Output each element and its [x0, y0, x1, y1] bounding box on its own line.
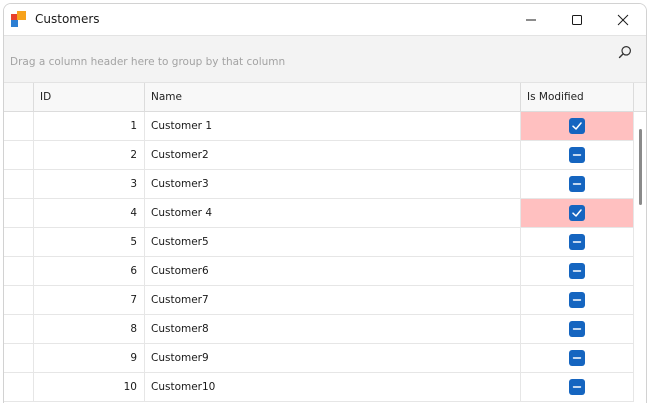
- column-header-id[interactable]: ID: [34, 83, 145, 111]
- cell-id[interactable]: 3: [34, 170, 145, 198]
- grid-header: ID Name Is Modified: [4, 83, 646, 112]
- cell-name[interactable]: Customer2: [145, 141, 521, 169]
- cell-id[interactable]: 10: [34, 373, 145, 401]
- cell-is-modified[interactable]: [521, 315, 634, 343]
- cell-name[interactable]: Customer8: [145, 315, 521, 343]
- cell-id[interactable]: 9: [34, 344, 145, 372]
- checkbox-checked[interactable]: [569, 205, 585, 221]
- row-indicator[interactable]: [4, 286, 34, 314]
- window-title: Customers: [35, 12, 100, 26]
- cell-id[interactable]: 1: [34, 112, 145, 140]
- checkbox-indeterminate[interactable]: [569, 321, 585, 337]
- cell-is-modified[interactable]: [521, 373, 634, 401]
- column-header-is-modified[interactable]: Is Modified: [521, 83, 634, 111]
- checkbox-indeterminate[interactable]: [569, 292, 585, 308]
- group-panel-hint: Drag a column header here to group by th…: [10, 56, 286, 68]
- cell-id[interactable]: 4: [34, 199, 145, 227]
- cell-is-modified[interactable]: [521, 170, 634, 198]
- table-row[interactable]: 4 Customer 4: [4, 199, 634, 228]
- table-row[interactable]: 3 Customer3: [4, 170, 634, 199]
- row-indicator[interactable]: [4, 315, 34, 343]
- indeterminate-icon: [572, 328, 582, 330]
- checkmark-icon: [572, 209, 582, 217]
- indeterminate-icon: [572, 154, 582, 156]
- table-row[interactable]: 9 Customer9: [4, 344, 634, 373]
- row-indicator[interactable]: [4, 228, 34, 256]
- cell-name[interactable]: Customer5: [145, 228, 521, 256]
- customers-window: Customers Drag a column header here to g…: [3, 3, 647, 403]
- checkmark-icon: [572, 122, 582, 130]
- checkbox-indeterminate[interactable]: [569, 234, 585, 250]
- table-row[interactable]: 10 Customer10: [4, 373, 634, 402]
- checkbox-indeterminate[interactable]: [569, 147, 585, 163]
- cell-is-modified[interactable]: [521, 286, 634, 314]
- column-header-name[interactable]: Name: [145, 83, 521, 111]
- minimize-icon: [526, 19, 536, 20]
- cell-is-modified[interactable]: [521, 112, 634, 140]
- table-row[interactable]: 2 Customer2: [4, 141, 634, 170]
- cell-name[interactable]: Customer6: [145, 257, 521, 285]
- table-row[interactable]: 7 Customer7: [4, 286, 634, 315]
- maximize-button[interactable]: [554, 4, 600, 35]
- cell-id[interactable]: 2: [34, 141, 145, 169]
- table-row[interactable]: 8 Customer8: [4, 315, 634, 344]
- indeterminate-icon: [572, 241, 582, 243]
- row-indicator[interactable]: [4, 141, 34, 169]
- close-icon: [617, 14, 629, 25]
- scrollbar-thumb[interactable]: [639, 129, 642, 205]
- maximize-icon: [572, 14, 582, 25]
- cell-name[interactable]: Customer7: [145, 286, 521, 314]
- minimize-button[interactable]: [508, 4, 554, 35]
- indeterminate-icon: [572, 183, 582, 185]
- cell-name[interactable]: Customer9: [145, 344, 521, 372]
- header-scroll-spacer: [634, 83, 646, 111]
- search-icon[interactable]: [618, 45, 632, 59]
- cell-id[interactable]: 5: [34, 228, 145, 256]
- app-logo-icon: [11, 11, 26, 27]
- checkbox-indeterminate[interactable]: [569, 350, 585, 366]
- indeterminate-icon: [572, 357, 582, 359]
- cell-is-modified[interactable]: [521, 199, 634, 227]
- indeterminate-icon: [572, 270, 582, 272]
- cell-is-modified[interactable]: [521, 141, 634, 169]
- row-indicator[interactable]: [4, 170, 34, 198]
- cell-name[interactable]: Customer3: [145, 170, 521, 198]
- cell-id[interactable]: 7: [34, 286, 145, 314]
- cell-is-modified[interactable]: [521, 228, 634, 256]
- checkbox-indeterminate[interactable]: [569, 176, 585, 192]
- cell-is-modified[interactable]: [521, 257, 634, 285]
- table-row[interactable]: 1 Customer 1: [4, 112, 634, 141]
- row-indicator[interactable]: [4, 373, 34, 401]
- row-indicator[interactable]: [4, 344, 34, 372]
- title-bar[interactable]: Customers: [4, 4, 646, 35]
- row-indicator[interactable]: [4, 112, 34, 140]
- indeterminate-icon: [572, 299, 582, 301]
- cell-is-modified[interactable]: [521, 344, 634, 372]
- checkbox-checked[interactable]: [569, 118, 585, 134]
- row-indicator[interactable]: [4, 257, 34, 285]
- indeterminate-icon: [572, 386, 582, 388]
- checkbox-indeterminate[interactable]: [569, 379, 585, 395]
- table-row[interactable]: 5 Customer5: [4, 228, 634, 257]
- cell-id[interactable]: 8: [34, 315, 145, 343]
- table-row[interactable]: 6 Customer6: [4, 257, 634, 286]
- grid-rows: 1 Customer 1 2 Customer2 3 Customer3 4 Customer…: [4, 112, 634, 402]
- group-panel[interactable]: Drag a column header here to group by th…: [4, 35, 646, 83]
- row-indicator-header[interactable]: [4, 83, 34, 111]
- cell-id[interactable]: 6: [34, 257, 145, 285]
- close-button[interactable]: [600, 4, 646, 35]
- cell-name[interactable]: Customer10: [145, 373, 521, 401]
- row-indicator[interactable]: [4, 199, 34, 227]
- customers-grid: ID Name Is Modified 1 Customer 1 2 Customer…: [4, 83, 646, 403]
- cell-name[interactable]: Customer 4: [145, 199, 521, 227]
- cell-name[interactable]: Customer 1: [145, 112, 521, 140]
- vertical-scrollbar[interactable]: [634, 112, 646, 403]
- checkbox-indeterminate[interactable]: [569, 263, 585, 279]
